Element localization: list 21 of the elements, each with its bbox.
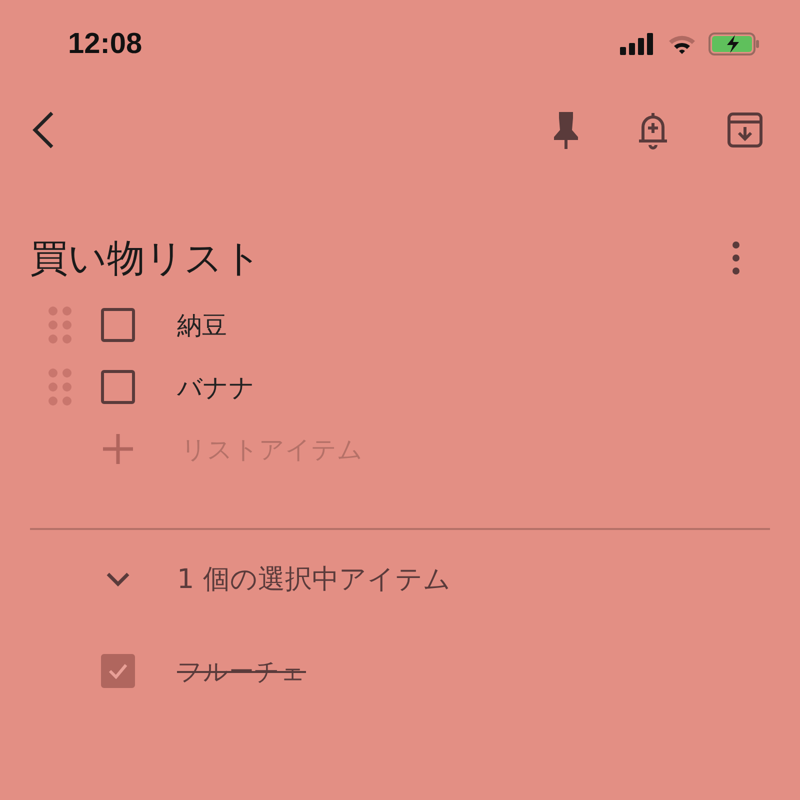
battery-icon [708,32,760,56]
drag-handle-icon[interactable] [48,368,72,406]
checked-items-label[interactable]: 1 個の選択中アイテム [177,561,451,597]
signal-icon [620,33,656,55]
note-title: 買い物リスト [30,234,262,282]
reminder-button[interactable] [636,110,670,150]
checkbox[interactable] [101,308,135,342]
checkbox[interactable] [101,654,135,688]
list-item-text[interactable]: 納豆 [177,308,227,342]
checkbox[interactable] [101,370,135,404]
list-item-text[interactable]: バナナ [177,370,255,404]
more-options-button[interactable] [732,241,740,275]
archive-button[interactable] [726,111,764,149]
checkmark-icon [108,663,128,679]
pin-button[interactable] [552,110,580,150]
wifi-icon [668,33,696,55]
clock-time: 12:08 [68,28,142,60]
drag-handle-icon[interactable] [48,306,72,344]
list-item-text[interactable]: フルーチェ [177,654,306,688]
back-button[interactable] [30,110,56,150]
chevron-icon[interactable] [105,571,131,587]
